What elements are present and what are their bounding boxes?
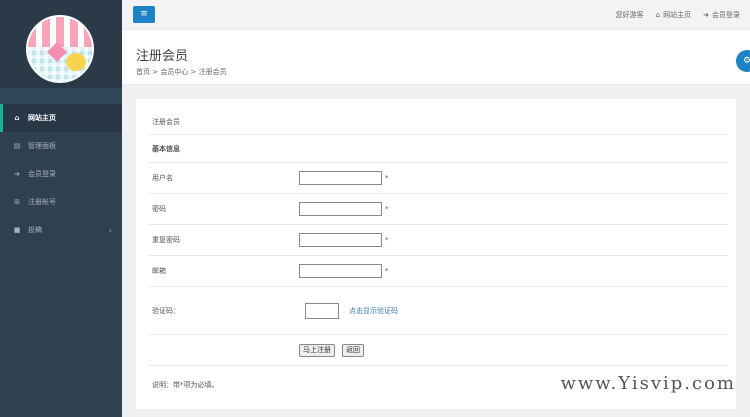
home-icon: ⌂: [14, 114, 20, 122]
register-button[interactable]: 马上注册: [299, 343, 335, 357]
back-button[interactable]: 返回: [342, 343, 364, 357]
settings-button[interactable]: ⚙: [736, 50, 750, 72]
password-input[interactable]: [299, 202, 382, 216]
menu-toggle-button[interactable]: ≡: [133, 6, 155, 23]
sidebar-item-login[interactable]: ➜ 会员登录: [0, 160, 122, 188]
show-captcha-link[interactable]: 点击显示验证码: [349, 306, 398, 316]
required-mark: *: [385, 267, 389, 275]
content-panel: 注册会员 基本信息 用户名 * 密码 * 重复密码 * 邮箱 * 验证码： 点击…: [136, 99, 736, 409]
avatar[interactable]: [26, 15, 94, 83]
confirm-password-input[interactable]: [299, 233, 382, 247]
actions-row: 马上注册 返回: [148, 335, 728, 366]
sidebar-item-dashboard[interactable]: ▤ 管理面板: [0, 132, 122, 160]
sidebar-item-label: 管理面板: [28, 142, 56, 150]
form-group-title: 基本信息: [152, 144, 180, 153]
sidebar-item-post[interactable]: ■ 投稿 ‹: [0, 216, 122, 244]
required-mark: *: [385, 205, 389, 213]
top-home-link[interactable]: ⌂ 网站主页: [656, 10, 691, 20]
sidebar-divider: [0, 88, 122, 104]
login-icon: ➜: [14, 170, 20, 178]
avatar-awning: [28, 17, 92, 47]
avatar-chick: [66, 53, 86, 71]
top-login-link[interactable]: ➜ 会员登录: [703, 10, 740, 20]
sidebar-item-label: 网站主页: [28, 114, 56, 122]
captcha-label: 验证码：: [152, 306, 180, 315]
register-form: 注册会员 基本信息 用户名 * 密码 * 重复密码 * 邮箱 * 验证码： 点击…: [148, 109, 728, 366]
table-icon: ▤: [13, 142, 21, 150]
username-input[interactable]: [299, 171, 382, 185]
post-icon: ■: [13, 226, 21, 234]
register-icon: ⊞: [14, 198, 20, 206]
top-login-label: 会员登录: [712, 11, 740, 19]
confirm-password-row: 重复密码 *: [148, 225, 728, 256]
sidebar-profile: [0, 0, 122, 88]
sidebar-item-label: 投稿: [28, 226, 42, 234]
username-label: 用户名: [152, 174, 173, 182]
username-row: 用户名 *: [148, 163, 728, 194]
page-heading: 注册会员 首页 > 会员中心 > 注册会员 ⚙: [122, 30, 750, 85]
sidebar-item-register[interactable]: ⊞ 注册帐号: [0, 188, 122, 216]
login-icon: ➜: [703, 11, 709, 19]
home-icon: ⌂: [655, 11, 661, 19]
watermark: www.Yisvip.com: [560, 373, 736, 394]
top-navbar: ≡ 您好游客 ⌂ 网站主页 ➜ 会员登录: [122, 0, 750, 30]
password-label: 密码: [152, 205, 166, 213]
sidebar: ⌂ 网站主页 ▤ 管理面板 ➜ 会员登录 ⊞ 注册帐号 ■ 投稿 ‹: [0, 0, 122, 417]
email-row: 邮箱 *: [148, 256, 728, 287]
sidebar-item-label: 注册帐号: [28, 198, 56, 206]
confirm-password-label: 重复密码: [152, 236, 180, 244]
required-mark: *: [385, 236, 389, 244]
required-mark: *: [385, 174, 389, 182]
form-note: 说明：带*项为必填。: [152, 381, 219, 389]
captcha-row: 验证码： 点击显示验证码: [148, 287, 728, 335]
form-section-title: 注册会员: [152, 117, 180, 126]
form-section-row: 注册会员: [148, 109, 728, 135]
greeting-text: 您好游客: [615, 11, 644, 19]
password-row: 密码 *: [148, 194, 728, 225]
top-links: 您好游客 ⌂ 网站主页 ➜ 会员登录: [616, 0, 740, 30]
sidebar-item-label: 会员登录: [28, 170, 56, 178]
email-input[interactable]: [299, 264, 382, 278]
breadcrumb[interactable]: 首页 > 会员中心 > 注册会员: [136, 67, 227, 77]
top-home-label: 网站主页: [663, 11, 692, 19]
sidebar-item-home[interactable]: ⌂ 网站主页: [0, 104, 122, 132]
captcha-input[interactable]: [305, 302, 339, 319]
chevron-left-icon: ‹: [108, 225, 112, 235]
email-label: 邮箱: [152, 267, 166, 275]
page-title: 注册会员: [136, 49, 189, 64]
form-group-row: 基本信息: [148, 135, 728, 163]
